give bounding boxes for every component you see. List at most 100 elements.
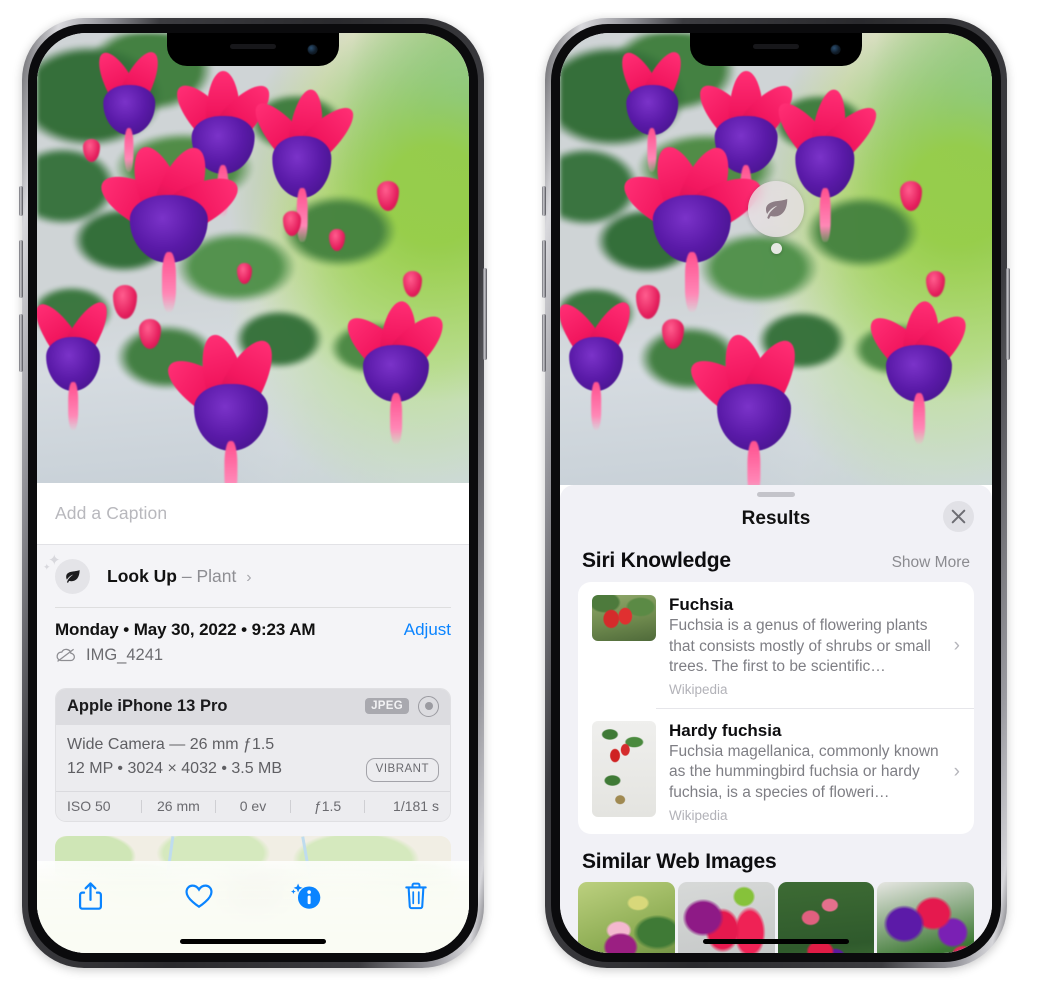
favorite-button[interactable] (176, 874, 222, 918)
exif-focal: 26 mm (156, 798, 200, 815)
look-up-row[interactable]: ✦ ✦ Look Up – Plant › (37, 545, 469, 607)
look-up-subject: Plant (196, 565, 237, 586)
share-button[interactable] (67, 874, 113, 918)
leaf-icon: ✦ ✦ (43, 553, 90, 594)
delete-button[interactable] (393, 874, 439, 918)
look-up-label: Look Up – Plant › (107, 566, 252, 587)
exif-shutter: 1/181 s (393, 798, 439, 815)
knowledge-body: Fuchsia Fuchsia is a genus of flowering … (669, 595, 939, 697)
aperture-icon[interactable] (418, 695, 439, 717)
camera-model: Apple iPhone 13 Pro (67, 696, 228, 715)
fuchsia-bloom (560, 295, 644, 431)
siri-knowledge-header: Siri Knowledge Show More (560, 541, 992, 582)
close-icon (951, 509, 966, 524)
look-up-title: Look Up (107, 565, 177, 586)
screenshot-root: Add a Caption ✦ ✦ Look Up – Plant › Mond… (0, 0, 1055, 985)
web-image-thumbnail[interactable] (877, 881, 974, 953)
caption-placeholder: Add a Caption (55, 503, 168, 523)
chevron-right-icon: › (246, 568, 252, 586)
siri-knowledge-card: Fuchsia Fuchsia is a genus of flowering … (578, 582, 974, 834)
exif-aperture: ƒ1.5 (313, 798, 342, 815)
photo-viewer-left[interactable] (37, 33, 469, 483)
home-indicator[interactable] (180, 939, 326, 944)
metadata-body: Wide Camera — 26 mm ƒ1.5 12 MP • 3024 × … (56, 724, 450, 792)
chevron-right-icon: › (953, 760, 960, 782)
home-indicator[interactable] (703, 939, 849, 944)
file-row: IMG_4241 (55, 646, 451, 665)
photo-viewer-right[interactable] (560, 33, 992, 485)
exif-row: ISO 50 26 mm 0 ev ƒ1.5 1/181 s (56, 791, 450, 822)
section-title: Similar Web Images (582, 849, 777, 873)
look-up-anchor-dot (770, 243, 782, 254)
info-button[interactable] (284, 874, 330, 918)
fuchsia-bloom (158, 330, 297, 483)
notch (690, 33, 862, 66)
silent-switch[interactable] (542, 186, 546, 216)
close-button[interactable] (943, 501, 974, 532)
power-button[interactable] (1006, 268, 1010, 360)
metadata-badges: JPEG (365, 695, 439, 717)
knowledge-description: Fuchsia magellanica, commonly known as t… (669, 742, 939, 802)
volume-up-button[interactable] (19, 240, 23, 298)
date-row: Monday • May 30, 2022 • 9:23 AM Adjust (55, 620, 451, 640)
knowledge-title: Fuchsia (669, 595, 734, 614)
results-title: Results (741, 508, 811, 529)
knowledge-row[interactable]: Fuchsia Fuchsia is a genus of flowering … (578, 582, 974, 708)
exif-ev: 0 ev (239, 798, 267, 815)
fuchsia-bloom (860, 299, 978, 444)
volume-up-button[interactable] (542, 240, 546, 298)
knowledge-title: Hardy fuchsia (669, 720, 782, 740)
fuchsia-bloom (37, 295, 121, 431)
chevron-right-icon: › (953, 634, 960, 656)
photo-details-block: Monday • May 30, 2022 • 9:23 AM Adjust I… (37, 607, 469, 675)
format-badge: JPEG (365, 698, 409, 714)
knowledge-source: Wikipedia (669, 681, 728, 697)
knowledge-row[interactable]: Hardy fuchsia Fuchsia magellanica, commo… (578, 707, 974, 834)
sparkle-icon: ✦ (43, 561, 51, 572)
fuchsia-bloom (92, 140, 246, 312)
results-header: Results (560, 497, 992, 541)
earpiece-speaker (753, 44, 799, 49)
results-sheet: Results Siri Knowledge Show More Fuchsia… (560, 485, 992, 953)
fuchsia-bloom (615, 140, 769, 312)
fuchsia-bloom (606, 46, 698, 172)
photo-filename: IMG_4241 (86, 645, 164, 664)
section-title: Siri Knowledge (582, 549, 731, 572)
similar-web-images-header: Similar Web Images (560, 834, 992, 882)
icloud-slash-icon (56, 648, 76, 662)
notch (167, 33, 339, 66)
iphone-right-screen: Results Siri Knowledge Show More Fuchsia… (560, 33, 992, 953)
front-camera (308, 45, 317, 54)
adjust-button[interactable]: Adjust (404, 620, 451, 640)
heart-icon (185, 884, 213, 909)
camera-metadata-card[interactable]: Apple iPhone 13 Pro JPEG Wide Camera — 2… (55, 687, 451, 823)
fuchsia-bloom (681, 330, 820, 485)
silent-switch[interactable] (19, 186, 23, 216)
earpiece-speaker (230, 44, 276, 49)
divider (55, 607, 451, 608)
iphone-left-bezel: Add a Caption ✦ ✦ Look Up – Plant › Mond… (28, 24, 478, 962)
visual-look-up-badge[interactable] (748, 181, 804, 254)
show-more-button[interactable]: Show More (892, 554, 970, 572)
power-button[interactable] (483, 268, 487, 360)
volume-down-button[interactable] (542, 314, 546, 372)
look-up-band: ✦ ✦ Look Up – Plant › Monday • May 30, 2… (37, 544, 469, 915)
iphone-left-screen: Add a Caption ✦ ✦ Look Up – Plant › Mond… (37, 33, 469, 953)
knowledge-description: Fuchsia is a genus of flowering plants t… (669, 617, 931, 676)
web-image-thumbnail[interactable] (578, 881, 675, 953)
size-info-row: 12 MP • 3024 × 4032 • 3.5 MB VIBRANT (67, 757, 439, 782)
iphone-right-bezel: Results Siri Knowledge Show More Fuchsia… (551, 24, 1001, 962)
volume-down-button[interactable] (19, 314, 23, 372)
leaf-icon (748, 181, 804, 237)
iphone-right-device: Results Siri Knowledge Show More Fuchsia… (542, 18, 1010, 968)
fuchsia-bloom (245, 87, 363, 243)
lens-info: Wide Camera — 26 mm ƒ1.5 (67, 735, 275, 753)
caption-field[interactable]: Add a Caption (37, 483, 469, 544)
share-icon (78, 881, 102, 910)
exif-iso: ISO 50 (67, 798, 111, 815)
front-camera (831, 45, 840, 54)
knowledge-thumbnail (592, 720, 656, 817)
photo-date: Monday • May 30, 2022 • 9:23 AM (55, 619, 316, 639)
fuchsia-bloom (83, 46, 175, 172)
trash-icon (405, 882, 427, 910)
